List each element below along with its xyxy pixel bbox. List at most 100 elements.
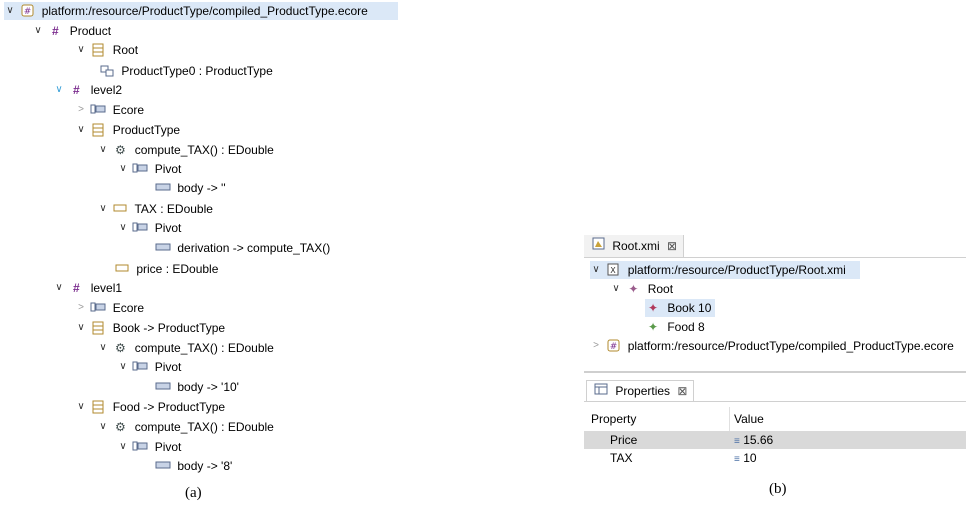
chevron-down-icon[interactable]: ∨ (117, 219, 129, 237)
tab-root-xmi[interactable]: Root.xmi ⊠ (584, 235, 685, 257)
chevron-right-icon[interactable]: > (75, 299, 87, 317)
tree-item-annotation-ecore[interactable]: > Ecore (75, 101, 144, 119)
attribute-icon (114, 260, 130, 278)
instance-icon: ✦ (647, 301, 659, 315)
class-label: Book -> ProductType (112, 321, 226, 335)
detail-label: body -> '10' (177, 380, 239, 394)
annotation-label: Ecore (112, 103, 145, 117)
tree-item-detail[interactable]: body -> '8' (155, 457, 232, 475)
tree-item-attribute-price[interactable]: price : EDouble (114, 260, 218, 278)
instance-icon: ✦ (628, 282, 639, 296)
chevron-down-icon[interactable]: ∨ (97, 200, 109, 218)
table-row[interactable]: TAX ≡ 10 (584, 449, 966, 467)
chevron-down-icon[interactable]: ∨ (75, 319, 87, 337)
chevron-down-icon[interactable]: ∨ (53, 81, 65, 99)
detail-label: derivation -> compute_TAX() (177, 241, 331, 255)
tree-item-class-root[interactable]: ∨ Root (75, 41, 138, 59)
chevron-down-icon[interactable]: ∨ (75, 41, 87, 59)
tree-item-class-producttype[interactable]: ∨ ProductType (75, 121, 180, 139)
details-entry-icon (155, 378, 171, 396)
tree-item-class-book[interactable]: ∨ Book -> ProductType (75, 319, 225, 337)
tree-item-annotation-ecore[interactable]: > Ecore (75, 299, 144, 317)
tree-item-root[interactable]: ∨ ✦ Root (610, 280, 673, 298)
chevron-down-icon[interactable]: ∨ (97, 418, 109, 436)
tree-item-package-product[interactable]: ∨ # Product (32, 22, 111, 40)
column-header-value[interactable]: Value (734, 410, 764, 428)
operation-label: compute_TAX() : EDouble (134, 143, 274, 157)
tree-item-annotation-pivot[interactable]: ∨ Pivot (117, 219, 181, 237)
class-label: ProductType (112, 123, 181, 137)
chevron-down-icon[interactable]: ∨ (590, 261, 602, 279)
annotation-icon (132, 358, 148, 376)
property-value[interactable]: ≡ 15.66 (734, 431, 773, 449)
package-icon: # (52, 24, 59, 38)
chevron-down-icon[interactable]: ∨ (610, 280, 622, 298)
tree-item-ecore-resource[interactable]: > # platform:/resource/ProductType/compi… (590, 337, 966, 355)
property-value[interactable]: ≡ 10 (734, 449, 757, 467)
chevron-down-icon[interactable]: ∨ (117, 358, 129, 376)
tree-item-xmi-resource[interactable]: ∨ X platform:/resource/ProductType/Root.… (590, 261, 860, 279)
property-name: Price (610, 433, 638, 447)
annotation-icon (90, 299, 106, 317)
tree-item-resource[interactable]: ∨ # platform:/resource/ProductType/compi… (4, 2, 398, 20)
chevron-down-icon[interactable]: ∨ (97, 339, 109, 357)
reference-icon (99, 62, 115, 80)
panel-divider (584, 371, 966, 373)
tree-item-attribute-tax[interactable]: ∨ TAX : EDouble (97, 200, 213, 218)
tree-item-food[interactable]: ✦ Food 8 (645, 318, 705, 336)
tree-item-operation[interactable]: ∨ ⚙ compute_TAX() : EDouble (97, 141, 274, 159)
chevron-down-icon[interactable]: ∨ (4, 2, 16, 20)
tree-item-package-level2[interactable]: ∨ # level2 (53, 81, 122, 99)
annotation-label: Pivot (154, 440, 182, 454)
properties-view-tab[interactable]: Properties ⊠ (586, 380, 695, 401)
tree-item-operation[interactable]: ∨ ⚙ compute_TAX() : EDouble (97, 339, 274, 357)
annotation-label: Pivot (154, 360, 182, 374)
annotation-label: Pivot (154, 221, 182, 235)
package-icon: # (73, 281, 80, 295)
chevron-down-icon[interactable]: ∨ (75, 121, 87, 139)
close-icon[interactable]: ⊠ (677, 384, 687, 398)
attribute-label: price : EDouble (136, 262, 219, 276)
tree-item-reference[interactable]: ProductType0 : ProductType (99, 62, 273, 80)
xmi-file-icon (590, 235, 606, 253)
operation-icon: ⚙ (114, 341, 126, 355)
package-label: level2 (90, 83, 123, 97)
tab-label: Properties (615, 384, 671, 398)
tree-item-class-food[interactable]: ∨ Food -> ProductType (75, 398, 225, 416)
editor-tab-bar: Root.xmi ⊠ (584, 235, 966, 258)
tree-item-operation[interactable]: ∨ ⚙ compute_TAX() : EDouble (97, 418, 274, 436)
chevron-right-icon[interactable]: > (75, 101, 87, 119)
tree-item-annotation-pivot[interactable]: ∨ Pivot (117, 438, 181, 456)
tab-label: Root.xmi (612, 239, 660, 253)
resource-icon: # (19, 2, 35, 20)
tree-item-detail[interactable]: derivation -> compute_TAX() (155, 239, 330, 257)
chevron-down-icon[interactable]: ∨ (32, 22, 44, 40)
chevron-right-icon[interactable]: > (590, 337, 602, 355)
column-header-property[interactable]: Property (591, 410, 636, 428)
chevron-down-icon[interactable]: ∨ (97, 141, 109, 159)
class-icon (90, 319, 106, 337)
attribute-icon (112, 200, 128, 218)
chevron-down-icon[interactable]: ∨ (117, 160, 129, 178)
chevron-down-icon[interactable]: ∨ (117, 438, 129, 456)
instance-label: Root (647, 282, 674, 296)
tree-item-package-level1[interactable]: ∨ # level1 (53, 279, 122, 297)
detail-label: body -> '8' (177, 459, 233, 473)
tree-item-book[interactable]: ✦ Book 10 (645, 299, 715, 317)
class-label: Root (112, 43, 139, 57)
operation-label: compute_TAX() : EDouble (134, 341, 274, 355)
table-row[interactable]: Price ≡ 15.66 (584, 431, 966, 449)
instance-label: Food 8 (667, 320, 705, 334)
tree-item-detail[interactable]: body -> '10' (155, 378, 239, 396)
package-label: level1 (90, 281, 123, 295)
attribute-label: TAX : EDouble (134, 202, 213, 216)
tree-item-annotation-pivot[interactable]: ∨ Pivot (117, 160, 181, 178)
close-icon[interactable]: ⊠ (667, 239, 677, 253)
resource-uri: platform:/resource/ProductType/compiled_… (41, 4, 368, 18)
tree-item-detail[interactable]: body -> '' (155, 179, 226, 197)
chevron-down-icon[interactable]: ∨ (53, 279, 65, 297)
annotation-label: Ecore (112, 301, 145, 315)
tree-item-annotation-pivot[interactable]: ∨ Pivot (117, 358, 181, 376)
resource-uri: platform:/resource/ProductType/compiled_… (627, 339, 954, 353)
chevron-down-icon[interactable]: ∨ (75, 398, 87, 416)
